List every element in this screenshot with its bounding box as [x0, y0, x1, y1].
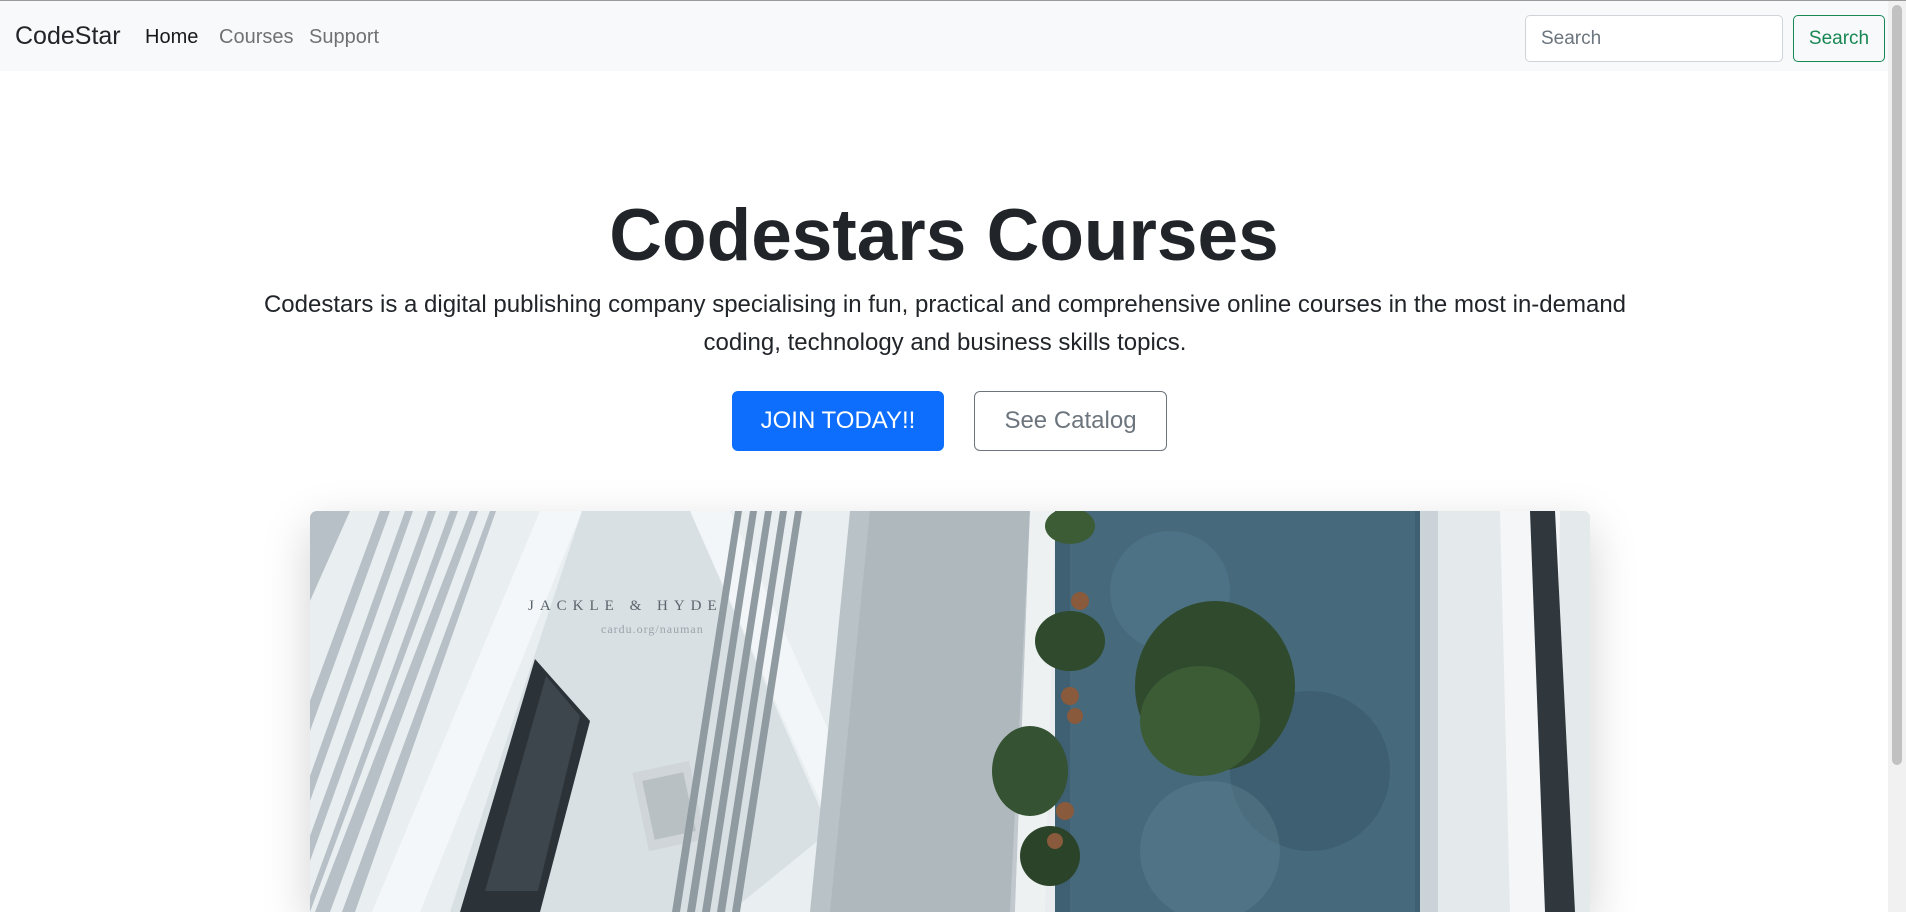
hero-title: Codestars Courses [609, 195, 1279, 276]
search-button[interactable]: Search [1793, 15, 1885, 62]
nav-link-home[interactable]: Home [145, 26, 198, 49]
hero-image: JACKLE & HYDE cardu.org/nauman [310, 511, 1590, 912]
image-watermark-subtitle: cardu.org/nauman [601, 622, 704, 636]
nav-link-courses[interactable]: Courses [219, 26, 293, 49]
brand-logo[interactable]: CodeStar [15, 22, 121, 51]
navbar: CodeStar Home Courses Support Search [0, 1, 1888, 71]
image-watermark-title: JACKLE & HYDE [528, 598, 723, 614]
hero-lead-text: Codestars is a digital publishing compan… [263, 291, 1627, 356]
search-input[interactable] [1525, 15, 1783, 62]
scrollbar-thumb[interactable] [1892, 5, 1902, 765]
see-catalog-button[interactable]: See Catalog [974, 391, 1167, 451]
join-today-button[interactable]: JOIN TODAY!! [732, 391, 944, 451]
building-courtyard-illustration [310, 511, 1590, 912]
page-scrollbar[interactable] [1888, 1, 1906, 912]
nav-link-support[interactable]: Support [309, 26, 379, 49]
